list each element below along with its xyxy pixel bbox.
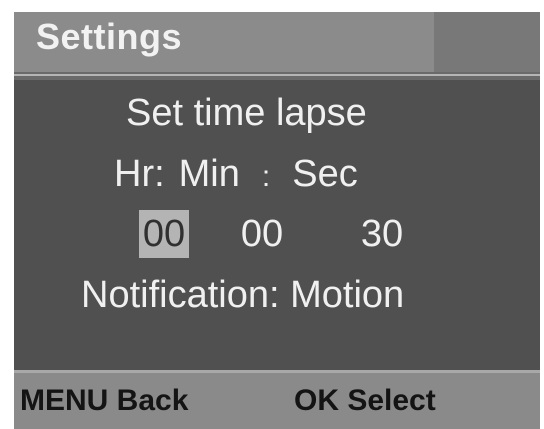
header-divider-highlight xyxy=(14,74,540,76)
time-lapse-heading: Set time lapse xyxy=(126,92,367,134)
time-units-row: Hr: Min: Sec xyxy=(114,153,358,196)
unit-minute-label: Min xyxy=(178,153,240,195)
unit-separator: : xyxy=(261,160,271,193)
hours-field[interactable]: 00 xyxy=(139,210,189,258)
page-title: Settings xyxy=(36,16,183,57)
footer-edge xyxy=(14,370,540,373)
header-right-panel xyxy=(434,12,540,72)
menu-back-hint[interactable]: MENU Back xyxy=(20,384,188,418)
unit-second-label: Sec xyxy=(292,153,358,195)
minutes-field[interactable]: 00 xyxy=(232,210,292,258)
unit-hour-label: Hr: xyxy=(114,153,165,195)
device-screen: Settings Set time lapse Hr: Min: Sec 00 00… xyxy=(14,12,540,429)
header-bar: Settings xyxy=(14,12,540,72)
ok-select-hint[interactable]: OK Select xyxy=(294,384,436,418)
notification-setting: Notification: Motion xyxy=(81,274,405,316)
seconds-field[interactable]: 30 xyxy=(352,210,412,258)
